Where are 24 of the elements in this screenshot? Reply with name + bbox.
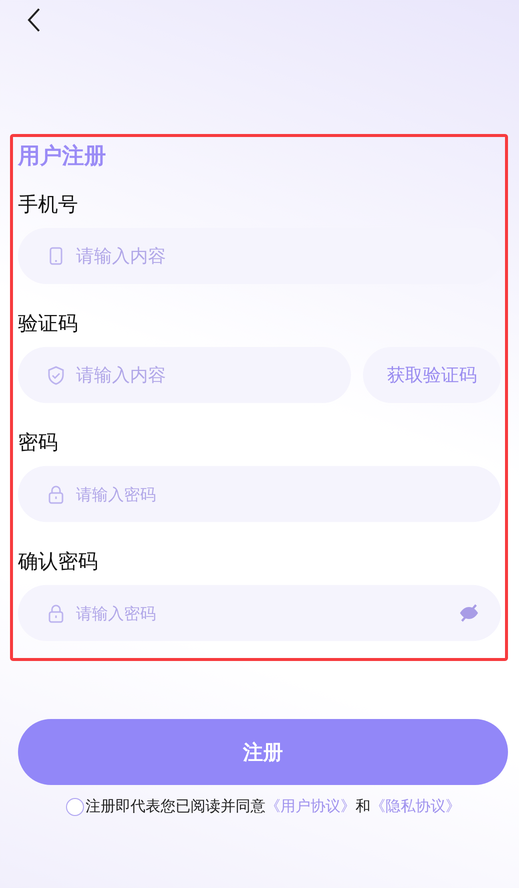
eye-slash-icon[interactable] (459, 604, 479, 622)
field-label: 确认密码 (18, 548, 99, 575)
lock-icon (48, 484, 64, 504)
agreement-text: 注册即代表您已阅读并同意《用户协议》和《隐私协议》 (86, 797, 460, 816)
input-field[interactable]: 请输入密码 (18, 466, 501, 522)
text-input[interactable]: 请输入内容 (76, 364, 329, 386)
register-button[interactable]: 注册 (18, 719, 508, 785)
text-input[interactable]: 请输入密码 (76, 604, 449, 622)
input-field[interactable]: 请输入密码 (18, 585, 501, 641)
lock-icon (48, 604, 64, 622)
text-input[interactable]: 请输入密码 (76, 484, 479, 504)
field-label: 密码 (18, 429, 59, 456)
text-input[interactable]: 请输入内容 (76, 246, 479, 266)
get-code-button[interactable]: 获取验证码 (363, 347, 501, 403)
agreement-link[interactable]: 《隐私协议》 (370, 797, 460, 815)
back-icon[interactable] (27, 8, 41, 32)
form-title: 用户注册 (18, 143, 107, 171)
agreement-link[interactable]: 《用户协议》 (266, 797, 356, 815)
phone-icon (49, 247, 63, 265)
shield-icon (47, 366, 65, 384)
agreement-checkbox[interactable] (66, 798, 84, 816)
input-field[interactable]: 请输入内容 (18, 347, 351, 403)
field-label: 验证码 (18, 310, 79, 337)
field-label: 手机号 (18, 191, 79, 218)
